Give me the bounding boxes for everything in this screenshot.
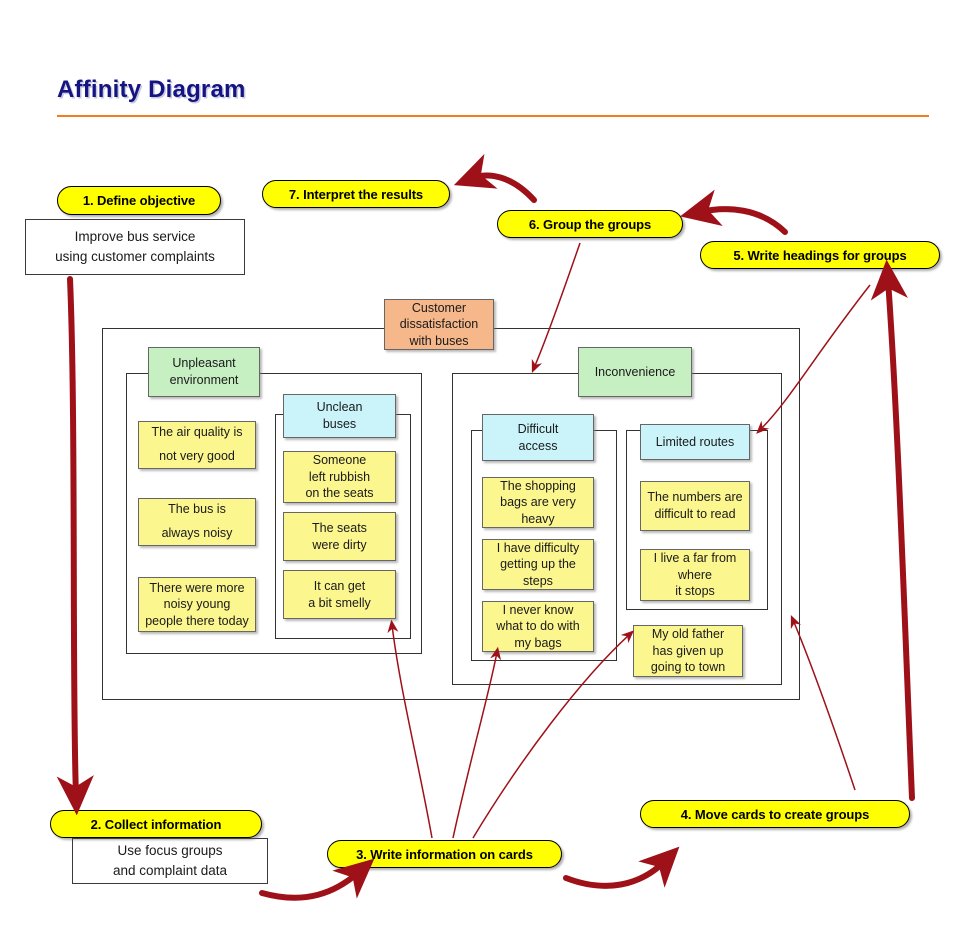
note-card-shopping-bags-heavy: The shopping bags are very heavy bbox=[482, 477, 594, 528]
note-air-quality-line-2: not very good bbox=[159, 449, 235, 463]
subheading-access-line-1: Difficult bbox=[517, 421, 559, 436]
topic-card-customer-dissatisfaction: Customer dissatisfaction with buses bbox=[384, 299, 494, 350]
note-card-seats-dirty: The seats were dirty bbox=[283, 512, 396, 561]
step-pill-7-label: 7. Interpret the results bbox=[288, 186, 424, 202]
note-card-bus-always-noisy: The bus is always noisy bbox=[138, 498, 256, 546]
note-young-people-line-1: There were more bbox=[149, 580, 245, 595]
note-card-live-far-from-stop: I live a far from where it stops bbox=[640, 549, 750, 601]
note-old-father-line-2: has given up bbox=[652, 643, 724, 658]
subheading-card-difficult-access: Difficult access bbox=[482, 414, 594, 461]
arrow-step6-to-step7 bbox=[453, 153, 537, 203]
note-far-from-line-1: I live a far from bbox=[653, 551, 737, 566]
note-far-from-line-3: it stops bbox=[675, 584, 715, 599]
arrow-step5-to-step6 bbox=[680, 189, 788, 235]
collect-note-line-1: Use focus groups bbox=[117, 843, 223, 859]
note-bus-noisy-line-1: The bus is bbox=[168, 502, 226, 517]
note-card-difficulty-steps: I have difficulty getting up the steps bbox=[482, 539, 594, 590]
step-pill-1-label: 1. Define objective bbox=[82, 193, 196, 208]
subheading-card-limited-routes: Limited routes bbox=[640, 424, 750, 460]
step-pill-3-label: 3. Write information on cards bbox=[356, 846, 533, 862]
note-my-bags-line-2: what to do with bbox=[496, 619, 580, 634]
note-card-bit-smelly: It can get a bit smelly bbox=[283, 570, 396, 619]
collect-note-line-2: and complaint data bbox=[112, 863, 228, 878]
note-card-noisy-young-people: There were more noisy young people there… bbox=[138, 577, 256, 632]
step-pill-1-define-objective[interactable]: 1. Define objective bbox=[57, 186, 221, 215]
note-card-left-rubbish: Someone left rubbish on the seats bbox=[283, 451, 396, 503]
arrow-step3-to-step4 bbox=[563, 846, 680, 889]
arrow-step2-to-step3 bbox=[259, 858, 375, 901]
topic-card-line-1: Customer bbox=[411, 300, 467, 315]
step-pill-2-collect-information[interactable]: 2. Collect information bbox=[50, 810, 262, 838]
note-shopping-bags-line-2: bags are very bbox=[500, 495, 576, 510]
note-numbers-line-2: difficult to read bbox=[654, 507, 736, 521]
arrow-step1-to-step2 bbox=[56, 276, 94, 816]
title-underline-rule bbox=[57, 115, 929, 117]
note-card-numbers-difficult-to-read: The numbers are difficult to read bbox=[640, 481, 750, 531]
step-pill-6-label: 6. Group the groups bbox=[528, 216, 652, 232]
note-air-quality-line-1: The air quality is bbox=[151, 425, 243, 440]
step-pill-6-group-the-groups[interactable]: 6. Group the groups bbox=[497, 210, 683, 238]
step-pill-4-move-cards-to-create-groups[interactable]: 4. Move cards to create groups bbox=[640, 800, 910, 828]
step-pill-2-label: 2. Collect information bbox=[90, 816, 222, 832]
step-pill-3-write-information-on-cards[interactable]: 3. Write information on cards bbox=[327, 840, 562, 868]
note-old-father-line-3: going to town bbox=[650, 660, 726, 675]
pointer-step4-to-inconvenience-frame bbox=[790, 615, 856, 791]
note-seats-dirty-line-1: The seats bbox=[312, 520, 367, 535]
subheading-unclean-line-2: buses bbox=[322, 417, 357, 431]
note-old-father-line-1: My old father bbox=[651, 627, 725, 642]
topic-card-line-3: with buses bbox=[409, 333, 469, 348]
heading-unpleasant-line-1: Unpleasant bbox=[172, 356, 236, 371]
note-smelly-line-2: a bit smelly bbox=[308, 595, 371, 610]
note-seats-dirty-line-2: were dirty bbox=[312, 537, 367, 552]
note-rubbish-line-1: Someone bbox=[312, 453, 367, 468]
page-title: Affinity Diagram bbox=[57, 76, 246, 103]
note-smelly-line-1: It can get bbox=[313, 578, 366, 593]
note-young-people-line-2: noisy young bbox=[163, 597, 231, 612]
topic-card-line-2: dissatisfaction bbox=[399, 317, 479, 332]
note-my-bags-line-1: I never know bbox=[502, 602, 574, 617]
heading-inconvenience-line-1: Inconvenience bbox=[594, 364, 676, 379]
note-far-from-line-2: where bbox=[677, 567, 713, 582]
subheading-routes-line-1: Limited routes bbox=[655, 434, 735, 449]
note-steps-line-2: getting up the bbox=[500, 557, 576, 572]
objective-note-box: Improve bus service using customer compl… bbox=[25, 219, 245, 275]
note-young-people-line-3: people there today bbox=[145, 613, 249, 628]
subheading-unclean-line-1: Unclean bbox=[316, 400, 363, 415]
subheading-access-line-2: access bbox=[518, 438, 558, 453]
subheading-card-unclean-buses: Unclean buses bbox=[283, 394, 396, 438]
note-steps-line-3: steps bbox=[523, 573, 553, 588]
step-pill-5-write-headings-for-groups[interactable]: 5. Write headings for groups bbox=[700, 241, 940, 269]
note-bus-noisy-line-2: always noisy bbox=[161, 526, 233, 540]
step-pill-5-label: 5. Write headings for groups bbox=[733, 247, 907, 263]
note-shopping-bags-line-1: The shopping bbox=[500, 478, 576, 493]
note-rubbish-line-3: on the seats bbox=[305, 486, 374, 501]
note-my-bags-line-3: my bags bbox=[514, 635, 562, 650]
heading-card-inconvenience: Inconvenience bbox=[578, 347, 692, 397]
objective-note-line-2: using customer complaints bbox=[55, 249, 215, 264]
note-card-old-father-given-up: My old father has given up going to town bbox=[633, 625, 743, 677]
note-card-air-quality: The air quality is not very good bbox=[138, 421, 256, 469]
note-card-what-to-do-with-bags: I never know what to do with my bags bbox=[482, 601, 594, 652]
note-rubbish-line-2: left rubbish bbox=[308, 469, 371, 484]
collect-note-box: Use focus groups and complaint data bbox=[72, 838, 268, 884]
heading-card-unpleasant-environment: Unpleasant environment bbox=[148, 347, 260, 397]
note-numbers-line-1: The numbers are bbox=[647, 490, 743, 505]
step-pill-7-interpret-the-results[interactable]: 7. Interpret the results bbox=[262, 180, 450, 208]
objective-note-line-1: Improve bus service bbox=[74, 229, 196, 245]
heading-unpleasant-line-2: environment bbox=[169, 373, 239, 387]
arrow-step4-to-step5 bbox=[870, 259, 915, 801]
step-pill-4-label: 4. Move cards to create groups bbox=[680, 806, 870, 822]
note-shopping-bags-line-3: heavy bbox=[521, 511, 555, 526]
note-steps-line-1: I have difficulty bbox=[496, 540, 580, 555]
